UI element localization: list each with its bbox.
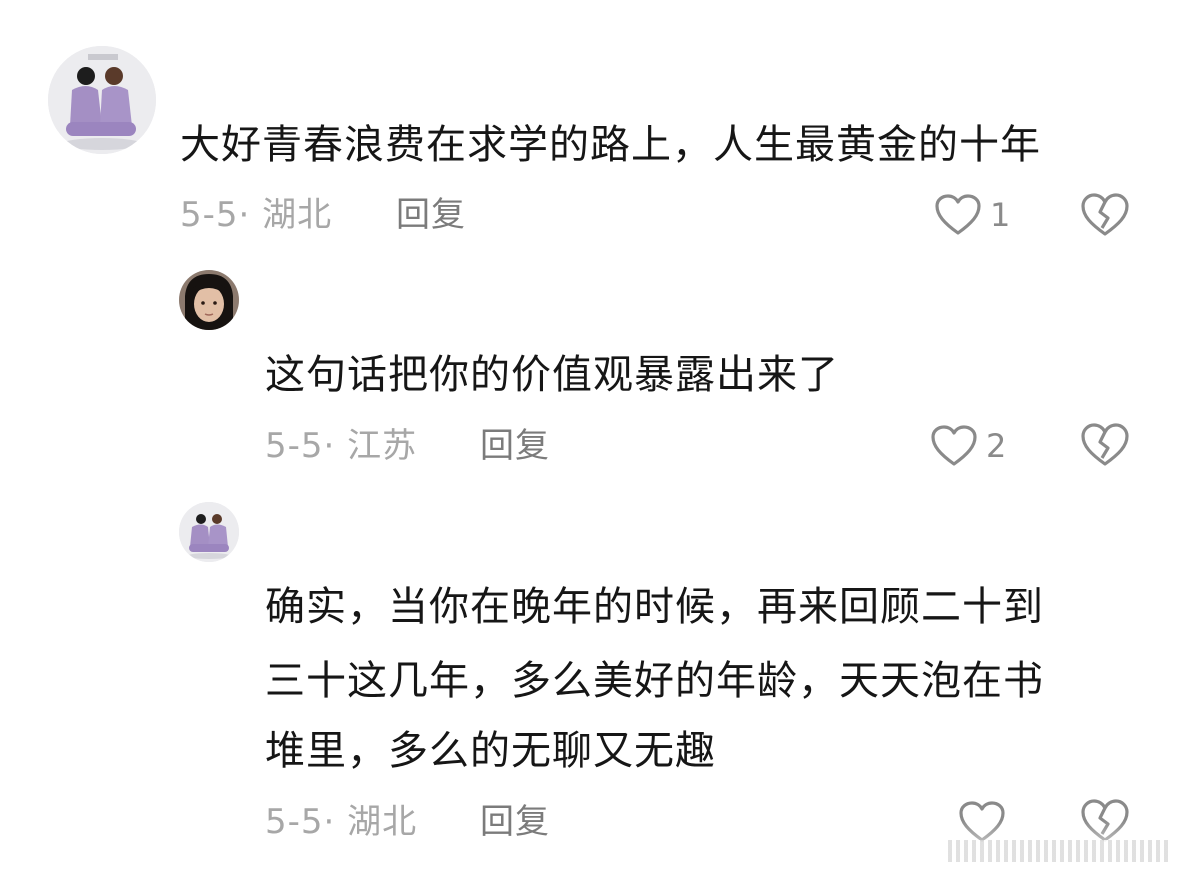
broken-heart-icon[interactable] xyxy=(1080,422,1130,468)
avatar[interactable] xyxy=(179,502,239,562)
comment-text: 大好青春浪费在求学的路上，人生最黄金的十年 xyxy=(180,122,1041,168)
avatar[interactable] xyxy=(48,46,156,154)
comment-date-location: 5-5· 江苏 xyxy=(265,426,418,466)
comment-thread: 大好青春浪费在求学的路上，人生最黄金的十年 5-5· 湖北 回复 1 这句话把你… xyxy=(0,0,1178,870)
comment-text-line-3: 堆里，多么的无聊又无趣 xyxy=(265,728,716,774)
comment-date-location: 5-5· 湖北 xyxy=(180,195,333,235)
reply-button[interactable]: 回复 xyxy=(480,797,550,847)
avatar[interactable] xyxy=(179,270,239,330)
watermark-strip xyxy=(948,840,1170,862)
comment-text-line-1: 确实，当你在晚年的时候，再来回顾二十到 xyxy=(265,584,1044,630)
comment-date-location: 5-5· 湖北 xyxy=(265,802,418,842)
avatar-image xyxy=(48,46,156,154)
broken-heart-icon[interactable] xyxy=(1080,192,1130,238)
reply-button[interactable]: 回复 xyxy=(396,190,466,240)
like-count: 1 xyxy=(990,196,1011,234)
like-button[interactable]: 1 xyxy=(934,190,1010,240)
like-button[interactable]: 2 xyxy=(930,421,1006,471)
avatar-image xyxy=(179,270,239,330)
comment-text: 这句话把你的价值观暴露出来了 xyxy=(265,352,839,398)
avatar-image xyxy=(179,502,239,562)
reply-button[interactable]: 回复 xyxy=(480,421,550,471)
like-count: 2 xyxy=(986,427,1007,465)
heart-outline-icon xyxy=(935,194,981,235)
heart-outline-icon xyxy=(931,425,977,466)
comment-text-line-2: 三十这几年，多么美好的年龄，天天泡在书 xyxy=(265,658,1044,704)
